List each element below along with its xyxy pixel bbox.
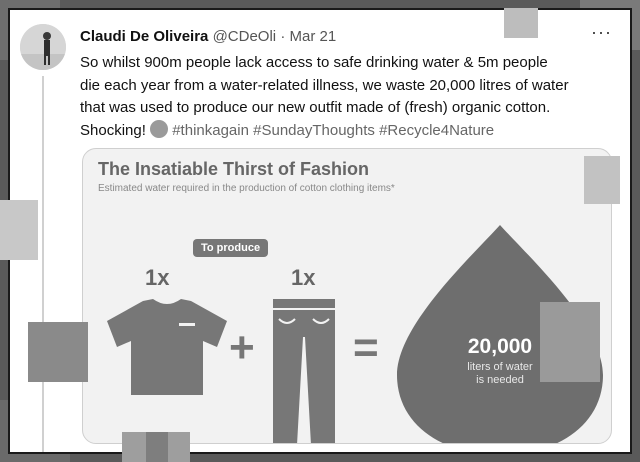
pixelation-block — [540, 302, 600, 382]
hashtag-link[interactable]: #thinkagain — [172, 122, 249, 139]
pixelation-block — [0, 200, 38, 260]
plus-sign: + — [229, 323, 255, 372]
pixelation-block — [28, 322, 88, 382]
tweet-text-line: that was used to produce our new outfit … — [80, 99, 551, 116]
author-handle[interactable]: @CDeOli — [213, 28, 277, 45]
water-amount: 20,000 — [467, 335, 533, 358]
author-name[interactable]: Claudi De Oliveira — [80, 28, 208, 45]
pixelation-block — [504, 8, 538, 38]
infographic-title: The Insatiable Thirst of Fashion — [98, 159, 370, 179]
tweet-screenshot-frame: Claudi De Oliveira @CDeOli · Mar 21 ··· … — [8, 8, 632, 454]
tweet-text: So whilst 900m people lack access to saf… — [80, 52, 620, 142]
tweet-text-fragment: Shocking! — [80, 121, 146, 139]
shirt-quantity: 1x — [145, 265, 170, 290]
jeans-quantity: 1x — [291, 265, 316, 290]
infographic-card[interactable]: The Insatiable Thirst of Fashion Estimat… — [82, 148, 612, 444]
screaming-face-emoji-icon — [150, 119, 169, 138]
infographic-subtitle: Estimated water required in the producti… — [98, 183, 395, 194]
equals-sign: = — [353, 323, 379, 372]
pixelation-block — [584, 156, 620, 204]
tweet-text-line: die each year from a water-related illne… — [80, 76, 569, 94]
hashtag-link[interactable]: #SundayThoughts — [253, 122, 375, 139]
hashtag-link[interactable]: #Recycle4Nature — [379, 122, 494, 139]
jeans-icon — [273, 299, 335, 443]
avatar[interactable] — [20, 24, 66, 70]
avatar-photo — [20, 24, 66, 70]
water-caption-line: liters of water — [467, 361, 533, 373]
thread-line — [42, 76, 44, 452]
pixelation-block — [420, 22, 478, 52]
tweet-header: Claudi De Oliveira @CDeOli · Mar 21 — [80, 28, 336, 45]
water-caption-line: is needed — [476, 374, 524, 386]
tshirt-icon — [107, 299, 227, 395]
pixelation-block — [146, 432, 168, 462]
to-produce-label: To produce — [193, 239, 269, 257]
more-options-button[interactable]: ··· — [591, 22, 612, 43]
separator: · — [280, 28, 286, 45]
tweet-text-line: Shocking! #thinkagain #SundayThoughts #R… — [80, 119, 620, 143]
tweet-date[interactable]: Mar 21 — [289, 28, 336, 45]
tweet-text-line: So whilst 900m people lack access to saf… — [80, 54, 548, 71]
water-caption: liters of water is needed — [445, 361, 555, 387]
